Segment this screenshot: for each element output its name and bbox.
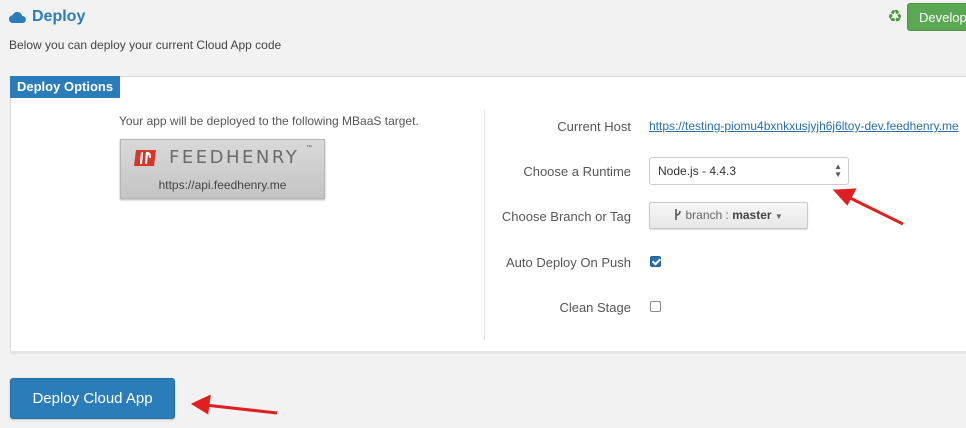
annotation-arrow-deploy (190, 394, 278, 415)
feedhenry-logo-icon (134, 150, 156, 166)
clean-stage-checkbox[interactable] (650, 301, 661, 312)
runtime-select[interactable]: Node.js - 4.4.3 ▲ ▼ (649, 157, 849, 185)
branch-value: master (732, 208, 772, 222)
branch-dropdown-button[interactable]: branch : master ▼ (649, 202, 808, 229)
deploy-options-tab: Deploy Options (10, 76, 121, 98)
auto-deploy-label: Auto Deploy On Push (505, 255, 631, 270)
runtime-selected-value: Node.js - 4.4.3 (658, 164, 737, 178)
environment-button[interactable]: Develop (907, 3, 966, 31)
git-branch-icon (675, 209, 681, 220)
page-title: Deploy (9, 8, 85, 26)
cloud-icon (9, 11, 26, 23)
mbaas-target-card: FEEDHENRY ™ https://api.feedhenry.me (120, 139, 325, 199)
panel-footer-strip (10, 351, 966, 354)
current-host-link[interactable]: https://testing-piomu4bxnkxusjyjh6j6ltoy… (649, 119, 959, 133)
current-host-label: Current Host (557, 119, 631, 134)
mbaas-url: https://api.feedhenry.me (158, 178, 287, 192)
runtime-label: Choose a Runtime (523, 164, 631, 179)
page-subtitle: Below you can deploy your current Cloud … (9, 38, 282, 52)
select-arrows-icon: ▲ ▼ (834, 162, 842, 179)
caret-down-icon: ▼ (774, 212, 783, 221)
branch-prefix: branch : (685, 208, 729, 222)
recycle-icon: ♻ (887, 7, 903, 26)
panel-divider (484, 110, 485, 340)
page-title-text: Deploy (32, 8, 86, 25)
clean-stage-label: Clean Stage (559, 300, 631, 315)
mbaas-target-text: Your app will be deployed to the followi… (119, 114, 419, 128)
trademark-symbol: ™ (306, 145, 312, 151)
deploy-cloud-app-button[interactable]: Deploy Cloud App (10, 378, 175, 419)
feedhenry-logo-text: FEEDHENRY (169, 147, 300, 168)
branch-label: Choose Branch or Tag (501, 209, 631, 224)
auto-deploy-checkbox[interactable] (650, 256, 661, 267)
